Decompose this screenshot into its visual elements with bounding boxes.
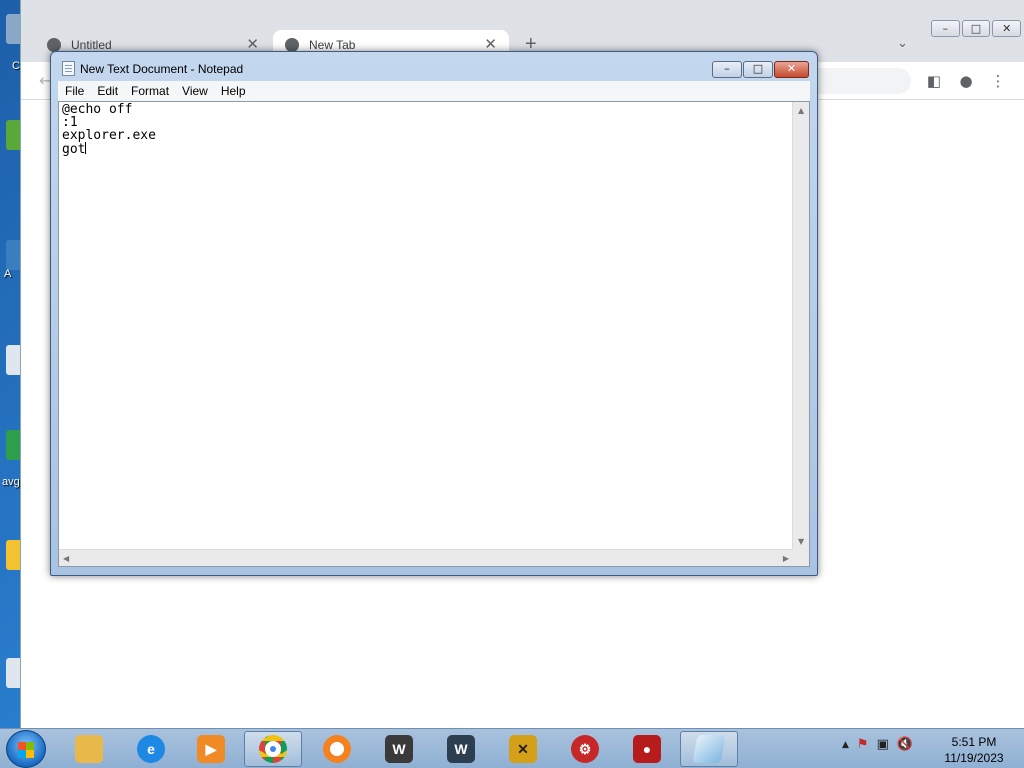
notepad-window: New Text Document - Notepad – □ ✕ File E… [50,51,818,576]
world-of-warships-icon: W [447,735,475,763]
chrome-icon [259,735,287,763]
text-editor[interactable]: @echo off:1 explorer.exe got ▲ ▼ ◀ ▶ [58,101,810,567]
menu-file[interactable]: File [58,84,90,98]
text-caret [85,142,87,154]
globe-icon [285,38,299,52]
volume-muted-icon[interactable]: 🔇 [897,737,913,752]
vertical-scrollbar[interactable]: ▲ ▼ [792,102,809,550]
menu-help[interactable]: Help [214,84,252,98]
window-title: New Text Document - Notepad [80,62,244,76]
side-panel-icon[interactable]: ◧ [925,72,943,90]
minimize-button[interactable]: – [931,20,960,37]
maximize-button[interactable]: □ [743,61,773,78]
scroll-right-icon[interactable]: ▶ [783,554,789,563]
desktop-icon-label-5: avg [2,476,20,488]
taskbar-notepad[interactable] [680,731,738,767]
menu-format[interactable]: Format [124,84,175,98]
taskbar-internet-explorer[interactable]: e [122,731,180,767]
text-line: @echo off [62,102,133,117]
scroll-left-icon[interactable]: ◀ [63,554,69,563]
globe-icon [47,38,61,52]
tab-title: Untitled [71,38,112,52]
taskbar-screen-recorder[interactable]: ● [618,731,676,767]
avast-browser-icon [323,735,351,763]
text-line: got [62,142,86,157]
resize-grip[interactable] [792,549,809,566]
taskbar-chrome[interactable] [244,731,302,767]
screen-recorder-icon: ● [633,735,661,763]
notepad-icon [62,61,75,76]
chrome-window-controls: – □ ✕ [931,20,1022,38]
tab-title: New Tab [309,38,356,52]
internet-explorer-icon: e [137,735,165,763]
taskbar-world-of-warships[interactable]: W [432,731,490,767]
taskbar: e ▶ W W ✕ ⚙ ● ▲ ⚑ ▣ 🔇 5:51 PM 11/19/2023 [0,728,1024,768]
text-line: explorer.exe [62,128,156,143]
scroll-down-icon[interactable]: ▼ [798,537,804,546]
taskbar-red-gear-app[interactable]: ⚙ [556,731,614,767]
show-hidden-icons-icon[interactable]: ▲ [842,740,849,752]
minimize-button[interactable]: – [712,61,742,78]
clock-time: 5:51 PM [951,735,997,749]
more-menu-icon[interactable]: ⋮ [989,72,1007,90]
text-line-with-caret: got [62,142,790,156]
start-button[interactable] [6,730,46,768]
maximize-button[interactable]: □ [961,20,991,37]
taskbar-media-player[interactable]: ▶ [182,731,240,767]
taskbar-world-of-tanks[interactable]: W [370,731,428,767]
tab-search-chevron-icon[interactable]: ⌄ [897,36,908,51]
taskbar-game-x[interactable]: ✕ [494,731,552,767]
network-icon[interactable]: ▣ [877,737,889,752]
world-of-tanks-icon: W [385,735,413,763]
media-player-icon: ▶ [197,735,225,763]
menu-bar: File Edit Format View Help [58,81,810,101]
clock-date: 11/19/2023 [944,751,1004,765]
game-crossed-icon: ✕ [509,735,537,763]
clock[interactable]: 5:51 PM 11/19/2023 [938,734,1010,766]
text-line: :1 [62,115,78,130]
notepad-icon [692,735,726,763]
taskbar-avast-browser[interactable] [308,731,366,767]
red-gear-icon: ⚙ [571,735,599,763]
close-button[interactable]: ✕ [774,61,809,78]
notepad-titlebar[interactable]: New Text Document - Notepad – □ ✕ [51,52,817,84]
scroll-up-icon[interactable]: ▲ [798,106,804,115]
menu-edit[interactable]: Edit [90,84,124,98]
action-center-flag-icon[interactable]: ⚑ [857,737,869,752]
taskbar-file-explorer[interactable] [60,731,118,767]
editor-text[interactable]: @echo off:1 explorer.exe got [62,103,790,548]
folder-icon [75,735,103,763]
desktop-icon-label-3: A [4,268,12,280]
desktop-icon-label-1: C [12,60,20,72]
profile-avatar-icon[interactable]: ● [957,72,975,90]
menu-view[interactable]: View [175,84,214,98]
system-tray: ▲ ⚑ ▣ 🔇 [842,737,913,752]
close-button[interactable]: ✕ [992,20,1022,37]
horizontal-scrollbar[interactable]: ◀ ▶ [59,549,793,566]
